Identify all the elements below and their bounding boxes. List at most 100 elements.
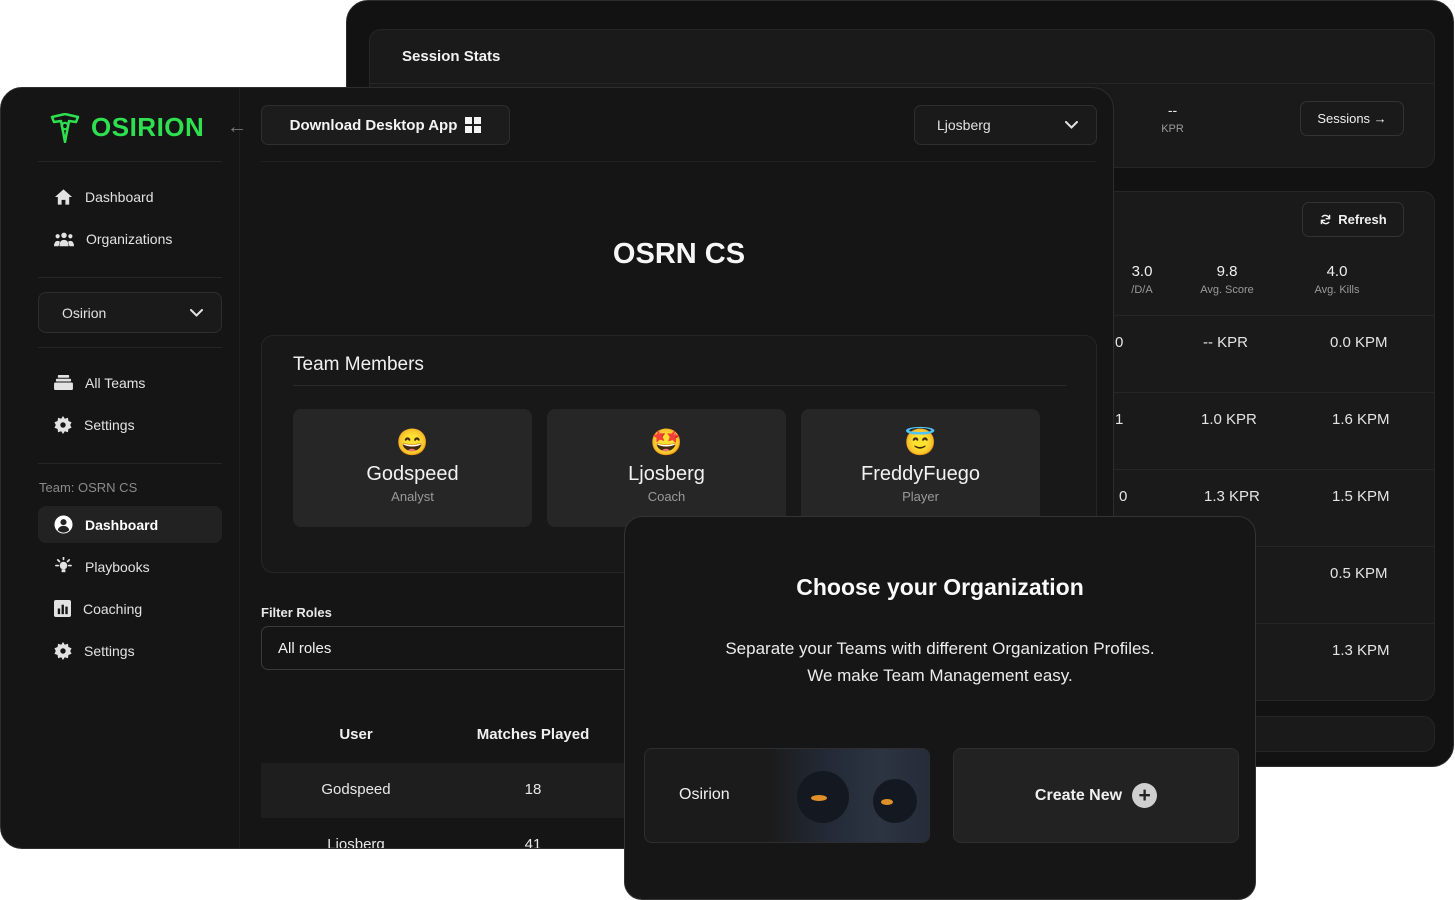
table-row[interactable]: Ljosberg 41	[261, 818, 661, 849]
nav-label: Settings	[84, 642, 135, 659]
member-role: Coach	[647, 489, 686, 504]
modal-subtitle-line: Separate your Teams with different Organ…	[725, 639, 1155, 658]
stat-avg-score: 9.8 Avg. Score	[1182, 263, 1272, 296]
match-kpm: 0.5 KPM	[1330, 565, 1388, 582]
filter-roles-select[interactable]: All roles	[261, 626, 661, 670]
match-cell: 0	[1115, 334, 1124, 351]
create-organization-button[interactable]: Create New +	[953, 748, 1239, 843]
divider	[38, 277, 222, 278]
stat-avg-kills: 4.0 Avg. Kills	[1292, 263, 1382, 296]
nav-team-settings[interactable]: Settings	[38, 632, 222, 669]
modal-subtitle: Separate your Teams with different Organ…	[625, 635, 1255, 689]
nav-label: Dashboard	[85, 188, 154, 205]
collapse-sidebar-icon[interactable]: ←	[227, 116, 247, 139]
nav-label: Settings	[84, 416, 135, 433]
nav-label: All Teams	[85, 374, 146, 391]
goggle-glow	[811, 795, 827, 801]
organization-select[interactable]: Osirion	[38, 292, 222, 333]
osirion-logo-icon	[50, 112, 80, 143]
plus-icon: +	[1132, 783, 1158, 808]
nav-label: Playbooks	[85, 558, 150, 575]
cell-matches: 41	[524, 836, 542, 849]
member-name: Ljosberg	[628, 463, 705, 485]
kpr-value: --	[1167, 102, 1178, 118]
member-card[interactable]: 😇 FreddyFuego Player	[801, 409, 1040, 527]
nav-label: Organizations	[86, 230, 173, 247]
nav-dashboard[interactable]: Dashboard	[38, 178, 222, 215]
refresh-button[interactable]: Refresh	[1302, 202, 1404, 237]
nav-organizations[interactable]: Organizations	[38, 220, 222, 257]
refresh-label: Refresh	[1338, 212, 1387, 227]
match-kpm: 1.5 KPM	[1332, 488, 1390, 505]
stat-value: 9.8	[1216, 263, 1238, 280]
filter-roles-label: Filter Roles	[261, 605, 332, 620]
match-kpr: 1.3 KPR	[1204, 488, 1260, 505]
cell-user: Ljosberg	[327, 836, 385, 849]
member-card[interactable]: 😄 Godspeed Analyst	[293, 409, 532, 527]
refresh-icon	[1320, 214, 1331, 225]
organization-select-value: Osirion	[62, 304, 107, 321]
table-row[interactable]: Godspeed 18	[261, 763, 661, 818]
nav-org-settings[interactable]: Settings	[38, 406, 222, 443]
divider	[38, 463, 222, 464]
match-kpr: -- KPR	[1203, 334, 1248, 351]
team-section-label: Team: OSRN CS	[39, 480, 138, 495]
goggle-glow	[881, 799, 893, 805]
divider	[370, 83, 1434, 84]
chart-icon	[54, 600, 71, 617]
session-stats-title: Session Stats	[402, 48, 501, 65]
download-desktop-app-button[interactable]: Download Desktop App	[261, 105, 510, 145]
nav-all-teams[interactable]: All Teams	[38, 364, 222, 401]
chevron-down-icon	[1065, 121, 1078, 129]
member-avatar-emoji: 🤩	[650, 427, 683, 457]
user-select-value: Ljosberg	[937, 117, 991, 133]
match-cell: 0	[1119, 488, 1128, 505]
create-label: Create New	[1034, 786, 1123, 804]
column-header-user[interactable]: User	[301, 726, 411, 743]
cell-matches: 18	[524, 781, 542, 798]
download-label: Download Desktop App	[289, 116, 458, 134]
member-avatar-emoji: 😇	[904, 427, 937, 457]
sidebar: OSIRION Dashboard Organizations Osirion …	[22, 88, 240, 848]
match-kpm: 1.6 KPM	[1332, 411, 1390, 428]
member-name: FreddyFuego	[861, 463, 980, 485]
member-card[interactable]: 🤩 Ljosberg Coach	[547, 409, 786, 527]
stat-label: Avg. Score	[1200, 284, 1254, 296]
kpr-label: KPR	[1161, 123, 1184, 135]
member-role: Analyst	[391, 489, 434, 504]
brand-logo[interactable]: OSIRION	[49, 112, 204, 143]
divider	[261, 161, 1097, 162]
member-role: Player	[902, 489, 939, 504]
organization-card-osirion[interactable]: Osirion	[644, 748, 930, 843]
divider	[38, 347, 222, 348]
user-circle-icon	[54, 515, 73, 534]
nav-playbooks[interactable]: Playbooks	[38, 548, 222, 585]
chevron-down-icon	[190, 308, 203, 317]
gear-icon	[54, 641, 72, 660]
team-members-title: Team Members	[293, 354, 424, 375]
bulb-icon	[55, 557, 72, 573]
organization-banner-image	[769, 749, 929, 842]
match-kpm: 1.3 KPM	[1332, 642, 1390, 659]
nav-team-dashboard[interactable]: Dashboard	[38, 506, 222, 543]
windows-icon	[465, 117, 482, 133]
column-header-matches[interactable]: Matches Played	[453, 726, 613, 743]
nav-label: Coaching	[83, 600, 143, 617]
sessions-button[interactable]: Sessions →	[1300, 101, 1404, 136]
stat-label: Avg. Kills	[1314, 284, 1360, 296]
gear-icon	[54, 415, 72, 434]
member-avatar-emoji: 😄	[396, 427, 429, 457]
user-select[interactable]: Ljosberg	[914, 105, 1097, 145]
stat-value: 4.0	[1326, 263, 1348, 280]
home-icon	[54, 188, 73, 205]
nav-coaching[interactable]: Coaching	[38, 590, 222, 627]
match-kpr: 1.0 KPR	[1201, 411, 1257, 428]
organization-name: Osirion	[679, 786, 730, 803]
member-name: Godspeed	[366, 463, 459, 485]
modal-subtitle-line: We make Team Management easy.	[807, 666, 1073, 685]
stack-icon	[54, 374, 73, 391]
divider	[293, 385, 1066, 386]
nav-label: Dashboard	[85, 516, 159, 533]
brand-name: OSIRION	[91, 112, 205, 142]
page-title: OSRN CS	[612, 238, 746, 270]
